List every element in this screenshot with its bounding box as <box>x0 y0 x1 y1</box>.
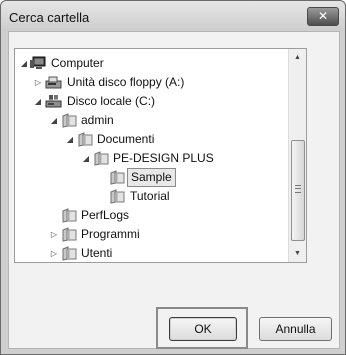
tree-item-label: Sample <box>127 168 176 187</box>
folder-tree: ◢ Computer ▷ Unità disco floppy (A:) ◢ Disco … <box>14 48 307 263</box>
tree-item[interactable]: ◢ Documenti <box>15 130 285 149</box>
title-bar[interactable]: Cerca cartella ✕ <box>1 1 345 31</box>
expand-arrow-icon[interactable]: ▷ <box>49 225 59 244</box>
tree-item[interactable]: Tutorial <box>15 187 285 206</box>
tree-item-label: Utenti <box>81 246 113 260</box>
tree-item[interactable]: PerfLogs <box>15 206 285 225</box>
local-disk-icon <box>45 94 62 109</box>
collapse-arrow-icon[interactable]: ◢ <box>19 54 29 73</box>
tree-item[interactable]: ◢ Disco locale (C:) <box>15 92 285 111</box>
browse-folder-dialog: Cerca cartella ✕ ◢ Computer ▷ Unità disco f… <box>0 0 346 355</box>
tree-item[interactable]: ◢ Computer <box>15 54 285 73</box>
folder-icon <box>109 189 126 204</box>
folder-icon <box>61 227 78 242</box>
folder-icon <box>61 113 78 128</box>
scroll-thumb[interactable] <box>291 140 305 241</box>
tree-item-label: PE-DESIGN PLUS <box>113 151 214 165</box>
tree-item[interactable]: Sample <box>15 168 285 187</box>
ok-button[interactable]: OK <box>169 317 237 341</box>
tree-item[interactable]: ▷ Utenti <box>15 244 285 262</box>
computer-icon <box>30 56 47 71</box>
collapse-arrow-icon[interactable]: ◢ <box>33 92 43 111</box>
folder-icon <box>61 208 78 223</box>
expand-arrow-icon[interactable]: ▷ <box>49 244 59 262</box>
folder-icon <box>93 151 110 166</box>
collapse-arrow-icon[interactable]: ◢ <box>81 149 91 168</box>
collapse-arrow-icon[interactable]: ◢ <box>49 111 59 130</box>
tree-item-label: PerfLogs <box>81 208 130 222</box>
scroll-down-icon[interactable]: ▼ <box>289 245 306 262</box>
tree-item[interactable]: ▷ Programmi <box>15 225 285 244</box>
folder-icon <box>109 170 126 185</box>
tree-item-label: Documenti <box>97 132 155 146</box>
grip-icon <box>295 185 301 193</box>
tree-item-label: Tutorial <box>130 189 170 203</box>
tree-item[interactable]: ◢ admin <box>15 111 285 130</box>
collapse-arrow-icon[interactable]: ◢ <box>65 130 75 149</box>
tree-item-label: Disco locale (C:) <box>67 94 156 108</box>
tree-item-label: admin <box>81 113 114 127</box>
expand-arrow-icon[interactable]: ▷ <box>33 73 43 92</box>
floppy-drive-icon <box>45 75 62 90</box>
scroll-up-icon[interactable]: ▲ <box>289 49 306 66</box>
tree-item-label: Computer <box>51 56 104 70</box>
dialog-title: Cerca cartella <box>9 10 90 25</box>
vertical-scrollbar[interactable]: ▲ ▼ <box>288 49 306 262</box>
folder-icon <box>77 132 94 147</box>
tree-item-label: Programmi <box>81 227 140 241</box>
tree-item-label: Unità disco floppy (A:) <box>67 75 185 89</box>
close-button[interactable]: ✕ <box>307 7 339 26</box>
close-icon: ✕ <box>317 9 329 23</box>
folder-icon <box>61 246 78 261</box>
cancel-button[interactable]: Annulla <box>259 317 332 341</box>
tree-item[interactable]: ◢ PE-DESIGN PLUS <box>15 149 285 168</box>
tree-item[interactable]: ▷ Unità disco floppy (A:) <box>15 73 285 92</box>
